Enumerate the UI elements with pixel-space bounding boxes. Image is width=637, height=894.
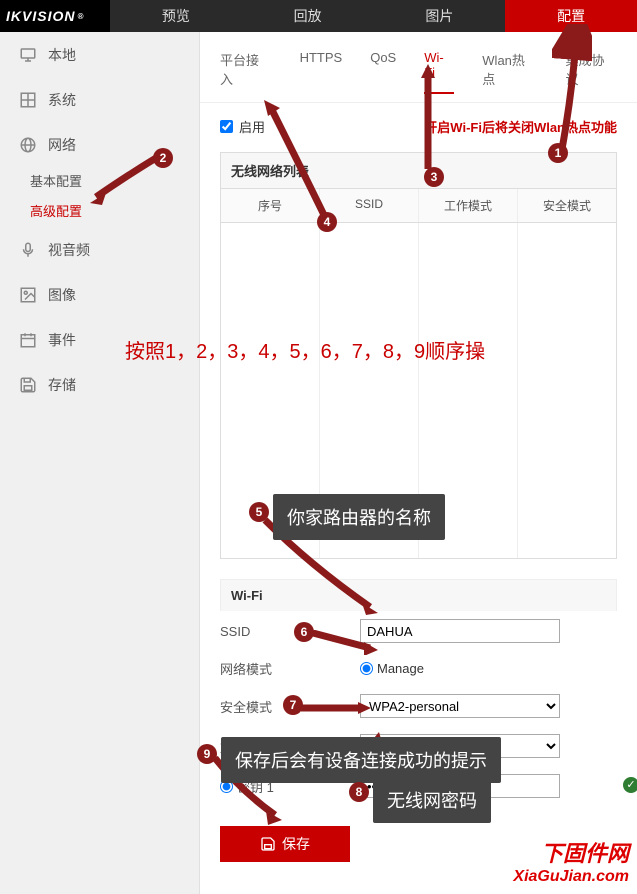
- ssid-input[interactable]: [360, 619, 560, 643]
- arrow-7: [298, 700, 373, 718]
- mic-icon: [16, 241, 40, 259]
- tooltip-wifi-password: 无线网密码: [373, 777, 491, 823]
- watermark-line1: 下固件网: [513, 836, 629, 868]
- arrow-4: [262, 100, 332, 220]
- top-bar: IKVISION® 预览 回放 图片 配置: [0, 0, 637, 32]
- sidebar-item-image[interactable]: 图像: [0, 272, 199, 317]
- enable-checkbox-label[interactable]: 启用: [220, 117, 265, 136]
- save-disk-icon: [260, 836, 276, 852]
- netmode-radio-manage[interactable]: Manage: [360, 661, 617, 676]
- topnav-preview[interactable]: 预览: [110, 0, 242, 32]
- watermark-line2: XiaGuJian.com: [513, 868, 629, 886]
- sidebar-item-system[interactable]: 系统: [0, 77, 199, 122]
- th-secmode: 安全模式: [518, 189, 616, 222]
- calendar-icon: [16, 331, 40, 349]
- check-icon: ✓: [623, 777, 637, 793]
- secmode-select[interactable]: WPA2-personal: [360, 694, 560, 718]
- badge-9: 9: [197, 744, 217, 764]
- save-icon: [16, 376, 40, 394]
- topnav-picture[interactable]: 图片: [374, 0, 506, 32]
- sidebar-label: 本地: [48, 45, 76, 65]
- save-button-label: 保存: [282, 834, 310, 854]
- monitor-icon: [16, 46, 40, 64]
- save-button[interactable]: 保存: [220, 826, 350, 862]
- sidebar-item-local[interactable]: 本地: [0, 32, 199, 77]
- badge-7: 7: [283, 695, 303, 715]
- badge-1: 1: [548, 143, 568, 163]
- tooltip-router-name: 你家路由器的名称: [273, 494, 445, 540]
- badge-5: 5: [249, 502, 269, 522]
- sidebar-label: 系统: [48, 90, 76, 110]
- arrow-6: [310, 630, 380, 655]
- sidebar-label: 事件: [48, 330, 76, 350]
- sidebar-label: 视音频: [48, 240, 90, 260]
- arrow-2: [88, 155, 163, 205]
- instruction-text: 按照1，2，3，4，5，6，7，8，9顺序操: [125, 335, 485, 364]
- watermark: 下固件网 XiaGuJian.com: [513, 836, 629, 886]
- arrow-3: [418, 64, 438, 174]
- sidebar-label: 图像: [48, 285, 76, 305]
- topnav-playback[interactable]: 回放: [242, 0, 374, 32]
- th-workmode: 工作模式: [419, 189, 518, 222]
- image-icon: [16, 286, 40, 304]
- tab-https[interactable]: HTTPS: [300, 50, 343, 94]
- badge-2: 2: [153, 148, 173, 168]
- sidebar-item-storage[interactable]: 存储: [0, 362, 199, 407]
- tab-qos[interactable]: QoS: [370, 50, 396, 94]
- badge-8: 8: [349, 782, 369, 802]
- enable-checkbox[interactable]: [220, 120, 233, 133]
- grid-icon: [16, 91, 40, 109]
- tab-platform[interactable]: 平台接入: [220, 50, 272, 94]
- sidebar-item-av[interactable]: 视音频: [0, 227, 199, 272]
- badge-3: 3: [424, 167, 444, 187]
- badge-4: 4: [317, 212, 337, 232]
- sidebar-label: 网络: [48, 135, 76, 155]
- netmode-radio[interactable]: [360, 662, 373, 675]
- brand-logo: IKVISION®: [0, 0, 110, 32]
- netmode-label: 网络模式: [220, 659, 360, 678]
- tab-wlanhotspot[interactable]: Wlan热点: [482, 50, 537, 94]
- badge-6: 6: [294, 622, 314, 642]
- sidebar-label: 存储: [48, 375, 76, 395]
- arrow-1: [552, 24, 592, 154]
- globe-icon: [16, 136, 40, 154]
